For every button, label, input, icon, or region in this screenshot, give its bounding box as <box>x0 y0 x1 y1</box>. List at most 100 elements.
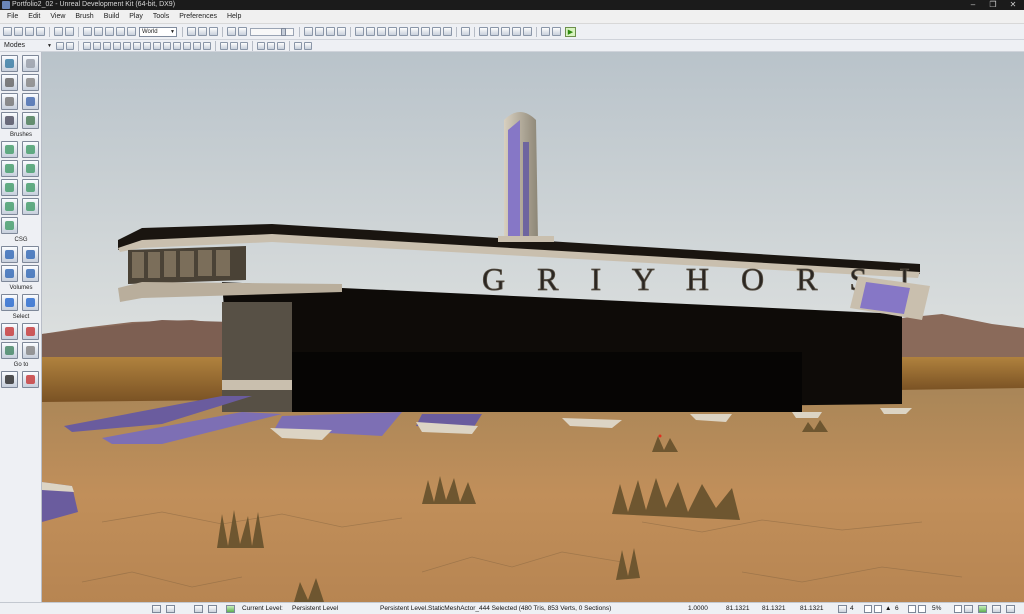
sphere-brush-icon[interactable] <box>22 198 39 215</box>
console-icon[interactable] <box>552 27 561 36</box>
lighting-texel-icon[interactable] <box>183 41 191 50</box>
landscape-icon[interactable] <box>1 112 18 129</box>
cloud-icon[interactable] <box>432 27 441 36</box>
linear-stair-brush-icon[interactable] <box>1 179 18 196</box>
grid-snap-icon[interactable] <box>838 605 847 613</box>
shader-complexity-icon[interactable] <box>163 41 171 50</box>
autosave-icon[interactable] <box>964 605 973 613</box>
filter-icon[interactable] <box>443 27 452 36</box>
show-all-icon[interactable] <box>22 342 39 359</box>
menu-edit[interactable]: Edit <box>23 10 45 24</box>
kismet-k-icon[interactable] <box>541 27 550 36</box>
csg-add-icon[interactable] <box>1 246 18 263</box>
generic-browser-icon[interactable] <box>479 27 488 36</box>
volumetric-brush-icon[interactable] <box>1 217 18 234</box>
red-grid-icon[interactable] <box>166 605 175 613</box>
close-button[interactable]: ✕ <box>1006 0 1020 10</box>
geometry-mode-icon[interactable] <box>22 55 39 72</box>
rotation-snap-checkbox[interactable] <box>864 605 872 613</box>
grid-snap-value[interactable]: 4 <box>850 603 854 614</box>
autosave-checkbox[interactable] <box>954 605 962 613</box>
current-level-value[interactable]: Persistent Level <box>292 603 338 614</box>
reflections-icon[interactable] <box>193 41 201 50</box>
list-icon[interactable] <box>198 27 207 36</box>
coordinate-system-dropdown[interactable]: World ▼ <box>139 26 177 37</box>
misc-icon[interactable] <box>1006 605 1015 613</box>
camera-icon[interactable] <box>66 41 74 50</box>
terrain-icon[interactable] <box>523 27 532 36</box>
invert-selection-icon[interactable] <box>1 342 18 359</box>
hide-selected-icon[interactable] <box>22 323 39 340</box>
perspective-icon[interactable] <box>56 41 64 50</box>
empty-box-icon[interactable] <box>277 41 285 50</box>
debug-icon[interactable] <box>992 605 1001 613</box>
kismet-editor-icon[interactable] <box>490 27 499 36</box>
spiral-stair-brush-icon[interactable] <box>1 198 18 215</box>
menu-file[interactable]: File <box>2 10 23 24</box>
undo-icon[interactable] <box>54 27 63 36</box>
realtime-viewport-icon[interactable] <box>304 41 312 50</box>
content-browser-icon[interactable] <box>461 27 470 36</box>
terrain-mode-icon[interactable] <box>1 74 18 91</box>
unlit-icon[interactable] <box>103 41 111 50</box>
level-icon-2[interactable] <box>208 605 217 613</box>
viewport-layout-icon[interactable] <box>304 27 313 36</box>
level-icon[interactable] <box>194 605 203 613</box>
camera-mode-icon[interactable] <box>1 55 18 72</box>
volume-list-icon[interactable] <box>22 294 39 311</box>
menu-preferences[interactable]: Preferences <box>174 10 222 24</box>
texture-density-icon[interactable] <box>153 41 161 50</box>
kismet-icon[interactable] <box>227 27 236 36</box>
game-view-g-icon[interactable] <box>220 41 228 50</box>
scale-icon[interactable] <box>116 27 125 36</box>
play-in-editor-icon[interactable]: ▶ <box>565 26 576 37</box>
build-paths-icon[interactable] <box>377 27 386 36</box>
add-volume-icon[interactable] <box>1 294 18 311</box>
dropdown-arrow-icon[interactable] <box>152 605 161 613</box>
viewport-single-icon[interactable] <box>315 27 324 36</box>
scale-snap-dropdown[interactable] <box>918 605 926 613</box>
maximize-button[interactable]: ❐ <box>986 0 1000 10</box>
texture-align-icon[interactable] <box>22 74 39 91</box>
modes-dropdown[interactable]: Modes ▼ <box>0 41 55 51</box>
minimize-button[interactable]: – <box>966 0 980 10</box>
wireframe-icon[interactable] <box>93 41 101 50</box>
redo-icon[interactable] <box>65 27 74 36</box>
camera-speed-slider[interactable] <box>250 27 294 36</box>
matinee-icon[interactable] <box>238 27 247 36</box>
world-properties-icon[interactable] <box>501 27 510 36</box>
cube-brush-icon[interactable] <box>1 141 18 158</box>
swarm-icon[interactable] <box>421 27 430 36</box>
go-to-actor-icon[interactable] <box>1 371 18 388</box>
binoculars-search-icon[interactable] <box>187 27 196 36</box>
edit-icon[interactable] <box>209 27 218 36</box>
slider-knob[interactable] <box>281 27 286 36</box>
lightmap-density-icon[interactable] <box>173 41 181 50</box>
menu-view[interactable]: View <box>45 10 70 24</box>
curved-stair-brush-icon[interactable] <box>1 160 18 177</box>
lighting-quality-icon[interactable] <box>410 27 419 36</box>
red-actor-icon[interactable] <box>267 41 275 50</box>
menu-build[interactable]: Build <box>99 10 125 24</box>
select-arrow-icon[interactable] <box>83 27 92 36</box>
sheet-brush-icon[interactable] <box>22 179 39 196</box>
cone-brush-icon[interactable] <box>22 141 39 158</box>
new-file-icon[interactable] <box>3 27 12 36</box>
actor-icon[interactable] <box>257 41 265 50</box>
build-cover-icon[interactable] <box>388 27 397 36</box>
csg-intersect-icon[interactable] <box>1 265 18 282</box>
build-lighting-icon[interactable] <box>366 27 375 36</box>
source-control-icon[interactable] <box>978 605 987 613</box>
non-uniform-scale-icon[interactable] <box>127 27 136 36</box>
current-level-icon[interactable] <box>226 605 235 613</box>
shadow-icon[interactable] <box>203 41 211 50</box>
foliage-icon[interactable] <box>22 112 39 129</box>
eye-icon[interactable] <box>240 41 248 50</box>
static-mesh-icon[interactable] <box>22 93 39 110</box>
csg-deintersect-icon[interactable] <box>22 265 39 282</box>
menu-tools[interactable]: Tools <box>148 10 174 24</box>
save-all-icon[interactable] <box>36 27 45 36</box>
build-all-icon[interactable] <box>399 27 408 36</box>
rotate-icon[interactable] <box>105 27 114 36</box>
viewport-split-icon[interactable] <box>326 27 335 36</box>
